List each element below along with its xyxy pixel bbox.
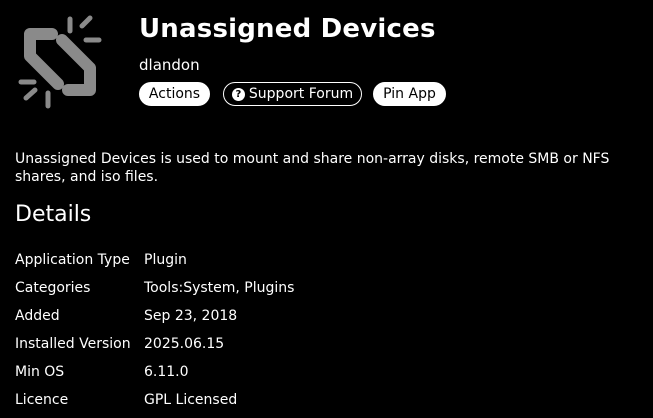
details-row-categories: Categories Tools:System, Plugins (15, 274, 645, 302)
details-row-licence: Licence GPL Licensed (15, 386, 645, 414)
details-value: GPL Licensed (144, 392, 238, 408)
details-value: Tools:System, Plugins (144, 280, 295, 296)
details-row-installed-version: Installed Version 2025.06.15 (15, 330, 645, 358)
details-value: Plugin (144, 252, 187, 268)
details-value: Sep 23, 2018 (144, 308, 238, 324)
details-row-application-type: Application Type Plugin (15, 246, 645, 274)
details-heading: Details (15, 202, 92, 227)
details-row-added: Added Sep 23, 2018 (15, 302, 645, 330)
pin-app-button[interactable]: Pin App (373, 82, 446, 106)
details-label: Categories (15, 280, 91, 296)
support-forum-button[interactable]: ? Support Forum (223, 82, 362, 106)
details-label: Application Type (15, 252, 130, 268)
broken-chain-link-icon (18, 15, 102, 109)
details-row-min-os: Min OS 6.11.0 (15, 358, 645, 386)
app-details-page: Unassigned Devices dlandon Actions ? Supp… (0, 0, 653, 418)
actions-button[interactable]: Actions (139, 82, 210, 106)
support-forum-button-label: Support Forum (248, 86, 354, 102)
actions-button-label: Actions (148, 86, 201, 102)
app-author[interactable]: dlandon (139, 56, 200, 74)
app-title: Unassigned Devices (139, 14, 436, 44)
details-label: Added (15, 308, 60, 324)
app-description: Unassigned Devices is used to mount and … (15, 151, 610, 185)
details-value: 2025.06.15 (144, 336, 225, 352)
details-label: Min OS (15, 364, 65, 380)
details-label: Installed Version (15, 336, 131, 352)
details-table: Application Type Plugin Categories Tools… (15, 246, 645, 414)
details-value: 6.11.0 (144, 364, 189, 380)
pin-app-button-label: Pin App (383, 86, 436, 102)
details-label: Licence (15, 392, 69, 408)
question-circle-icon: ? (231, 88, 245, 101)
